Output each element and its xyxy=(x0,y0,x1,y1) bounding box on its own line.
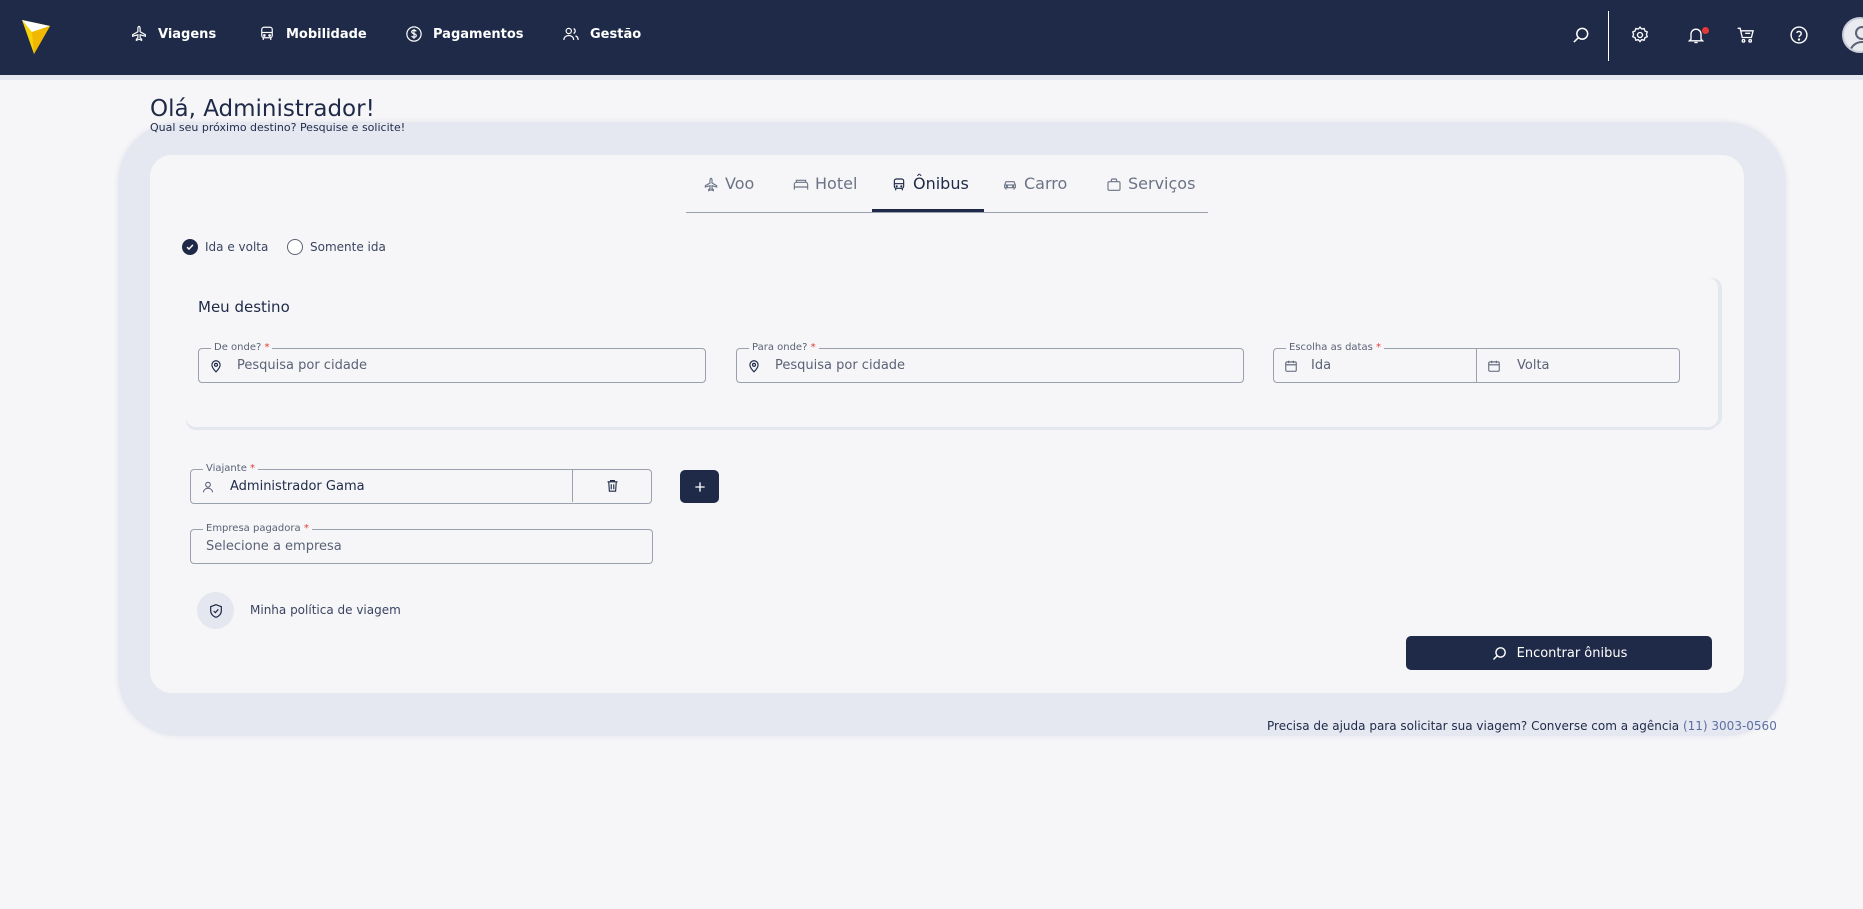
tab-onibus[interactable]: Ônibus xyxy=(891,172,969,212)
search-icon xyxy=(1573,27,1589,43)
plus-icon xyxy=(694,481,705,492)
tab-label: Carro xyxy=(1024,174,1068,193)
help-button[interactable] xyxy=(1788,24,1810,46)
find-bus-button[interactable]: Encontrar ônibus xyxy=(1406,636,1712,670)
tab-voo[interactable]: Voo xyxy=(703,172,754,212)
find-bus-label: Encontrar ônibus xyxy=(1516,645,1628,661)
destination-placeholder: Pesquisa por cidade xyxy=(775,358,906,373)
car-icon xyxy=(1004,181,1016,190)
nav-item-label: Gestão xyxy=(590,26,642,42)
trash-icon xyxy=(607,479,618,492)
nav-item-label: Viagens xyxy=(158,26,217,42)
settings-button[interactable] xyxy=(1629,24,1651,46)
tab-hotel[interactable]: Hotel xyxy=(793,172,857,212)
remove-traveler-button[interactable] xyxy=(572,469,652,502)
notification-badge xyxy=(1702,27,1709,34)
bag-icon xyxy=(1107,178,1121,191)
nav-item-gestao[interactable]: Gestão xyxy=(562,23,641,45)
user-icon xyxy=(202,481,214,492)
company-label: Empresa pagadora * xyxy=(203,523,312,535)
radio-one-way[interactable]: Somente ida xyxy=(287,239,386,255)
page-subtitle: Qual seu próximo destino? Pesquise e sol… xyxy=(150,121,406,134)
return-placeholder: Volta xyxy=(1517,358,1550,373)
nav-item-viagens[interactable]: Viagens xyxy=(130,23,216,45)
shield-check-icon xyxy=(209,603,222,618)
users-icon xyxy=(563,27,579,41)
search-icon xyxy=(1492,646,1506,660)
help-message: Precisa de ajuda para solicitar sua viag… xyxy=(1267,719,1680,733)
bus-icon xyxy=(893,178,905,191)
cart-icon xyxy=(1737,27,1754,43)
active-tab-indicator xyxy=(872,209,984,212)
origin-field[interactable]: De onde? * Pesquisa por cidade xyxy=(198,342,706,383)
navbar-shadow xyxy=(0,75,1863,80)
gear-icon xyxy=(1631,26,1649,43)
nav-item-label: Pagamentos xyxy=(433,26,524,42)
origin-placeholder: Pesquisa por cidade xyxy=(237,358,368,373)
location-pin-icon xyxy=(211,359,221,373)
origin-label: De onde? * xyxy=(211,342,273,354)
plane-icon xyxy=(704,177,718,192)
departure-placeholder: Ida xyxy=(1311,358,1332,373)
brand-logo[interactable] xyxy=(20,18,52,56)
top-navbar: Viagens Mobilidade Pagamentos Gestão xyxy=(0,0,1863,75)
radio-label: Somente ida xyxy=(310,240,386,254)
radio-round-trip[interactable]: Ida e volta xyxy=(182,239,268,255)
dates-field: Escolha as datas * Ida Volta xyxy=(1273,342,1680,383)
tab-label: Hotel xyxy=(815,174,858,193)
tab-label: Serviços xyxy=(1128,174,1196,193)
add-traveler-button[interactable] xyxy=(680,470,719,503)
destination-field[interactable]: Para onde? * Pesquisa por cidade xyxy=(736,342,1244,383)
help-icon xyxy=(1790,26,1808,44)
traveler-value: Administrador Gama xyxy=(230,479,365,494)
page-title: Olá, Administrador! xyxy=(150,96,375,122)
nav-item-pagamentos[interactable]: Pagamentos xyxy=(405,23,524,45)
help-text: Precisa de ajuda para solicitar sua viag… xyxy=(1267,719,1777,733)
tab-carro[interactable]: Carro xyxy=(1002,172,1067,212)
tab-label: Voo xyxy=(725,174,755,193)
tab-label: Ônibus xyxy=(913,174,969,193)
bed-icon xyxy=(793,179,809,190)
radio-label: Ida e volta xyxy=(205,240,269,254)
policy-link[interactable]: Minha política de viagem xyxy=(250,603,401,617)
calendar-icon xyxy=(1285,360,1297,372)
user-avatar[interactable] xyxy=(1842,17,1863,53)
car-icon xyxy=(261,26,273,40)
dates-label: Escolha as datas * xyxy=(1286,342,1385,354)
policy-button[interactable] xyxy=(197,592,234,629)
return-date-input[interactable]: Volta xyxy=(1477,349,1679,382)
radio-checked-icon xyxy=(182,239,198,255)
agency-phone-link[interactable]: (11) 3003-0560 xyxy=(1683,719,1777,733)
location-pin-icon xyxy=(749,359,759,373)
destination-title: Meu destino xyxy=(198,298,290,316)
navbar-divider xyxy=(1608,11,1609,61)
company-select[interactable]: Empresa pagadora * Selecione a empresa xyxy=(190,523,653,564)
cart-button[interactable] xyxy=(1735,24,1757,46)
radio-unchecked-icon xyxy=(287,239,303,255)
dollar-icon xyxy=(406,26,422,42)
user-icon xyxy=(1849,26,1863,51)
calendar-icon xyxy=(1488,360,1500,372)
search-tabs: Voo Hotel Ônibus Carro Serviços xyxy=(686,172,1208,213)
nav-item-label: Mobilidade xyxy=(286,26,367,42)
nav-item-mobilidade[interactable]: Mobilidade xyxy=(258,23,367,45)
search-button[interactable] xyxy=(1570,24,1592,46)
company-placeholder: Selecione a empresa xyxy=(206,539,342,554)
plane-icon xyxy=(132,25,146,42)
traveler-label: Viajante * xyxy=(203,463,259,475)
destination-label: Para onde? * xyxy=(749,342,819,354)
tab-servicos[interactable]: Serviços xyxy=(1106,172,1195,212)
